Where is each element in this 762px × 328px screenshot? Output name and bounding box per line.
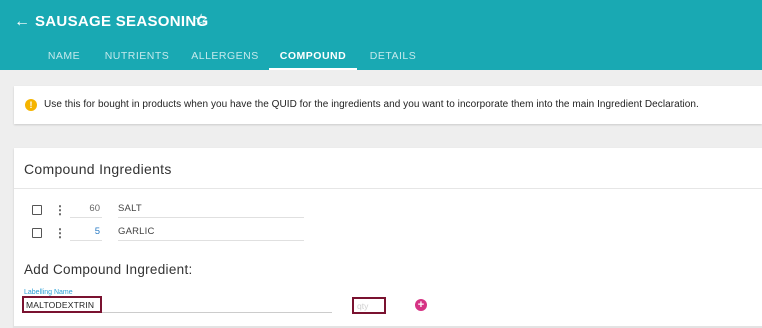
page-title: SAUSAGE SEASONING (35, 13, 209, 30)
compound-card: Compound Ingredients ⋮ 60 SALT ⋮ 5 GARLI… (14, 148, 762, 328)
qty-input[interactable] (352, 297, 386, 314)
row-checkbox[interactable] (32, 205, 42, 215)
ingredient-qty[interactable]: 60 (70, 202, 102, 218)
info-banner: ! Use this for bought in products when y… (14, 86, 762, 124)
tab-details[interactable]: DETAILS (365, 42, 421, 70)
tab-allergens[interactable]: ALLERGENS (187, 42, 263, 70)
ingredient-qty[interactable]: 5 (70, 225, 102, 241)
app-header: ← SAUSAGE SEASONING ☆ NAME NUTRIENTS ALL… (0, 0, 762, 70)
more-vert-icon[interactable]: ⋮ (54, 226, 66, 240)
ingredient-name[interactable]: SALT (118, 202, 304, 218)
ingredient-row: ⋮ 5 GARLIC (32, 225, 322, 241)
more-vert-icon[interactable]: ⋮ (54, 203, 66, 217)
arrow-left-icon[interactable]: ← (14, 13, 30, 31)
row-checkbox[interactable] (32, 228, 42, 238)
ingredient-row: ⋮ 60 SALT (32, 202, 322, 218)
tab-name[interactable]: NAME (42, 42, 86, 70)
section-title: Compound Ingredients (24, 161, 172, 177)
tab-compound[interactable]: COMPOUND (269, 42, 357, 70)
add-section-title: Add Compound Ingredient: (24, 262, 193, 277)
info-icon: ! (25, 99, 37, 111)
labelling-name-field (22, 296, 332, 313)
info-text: Use this for bought in products when you… (44, 99, 699, 110)
tab-bar: NAME NUTRIENTS ALLERGENS COMPOUND DETAIL… (0, 42, 762, 70)
tab-nutrients[interactable]: NUTRIENTS (100, 42, 174, 70)
plus-circle-icon[interactable]: + (415, 299, 427, 311)
labelling-name-input[interactable] (22, 296, 102, 313)
divider (14, 188, 762, 189)
star-outline-icon[interactable]: ☆ (194, 12, 208, 30)
ingredient-name[interactable]: GARLIC (118, 225, 304, 241)
